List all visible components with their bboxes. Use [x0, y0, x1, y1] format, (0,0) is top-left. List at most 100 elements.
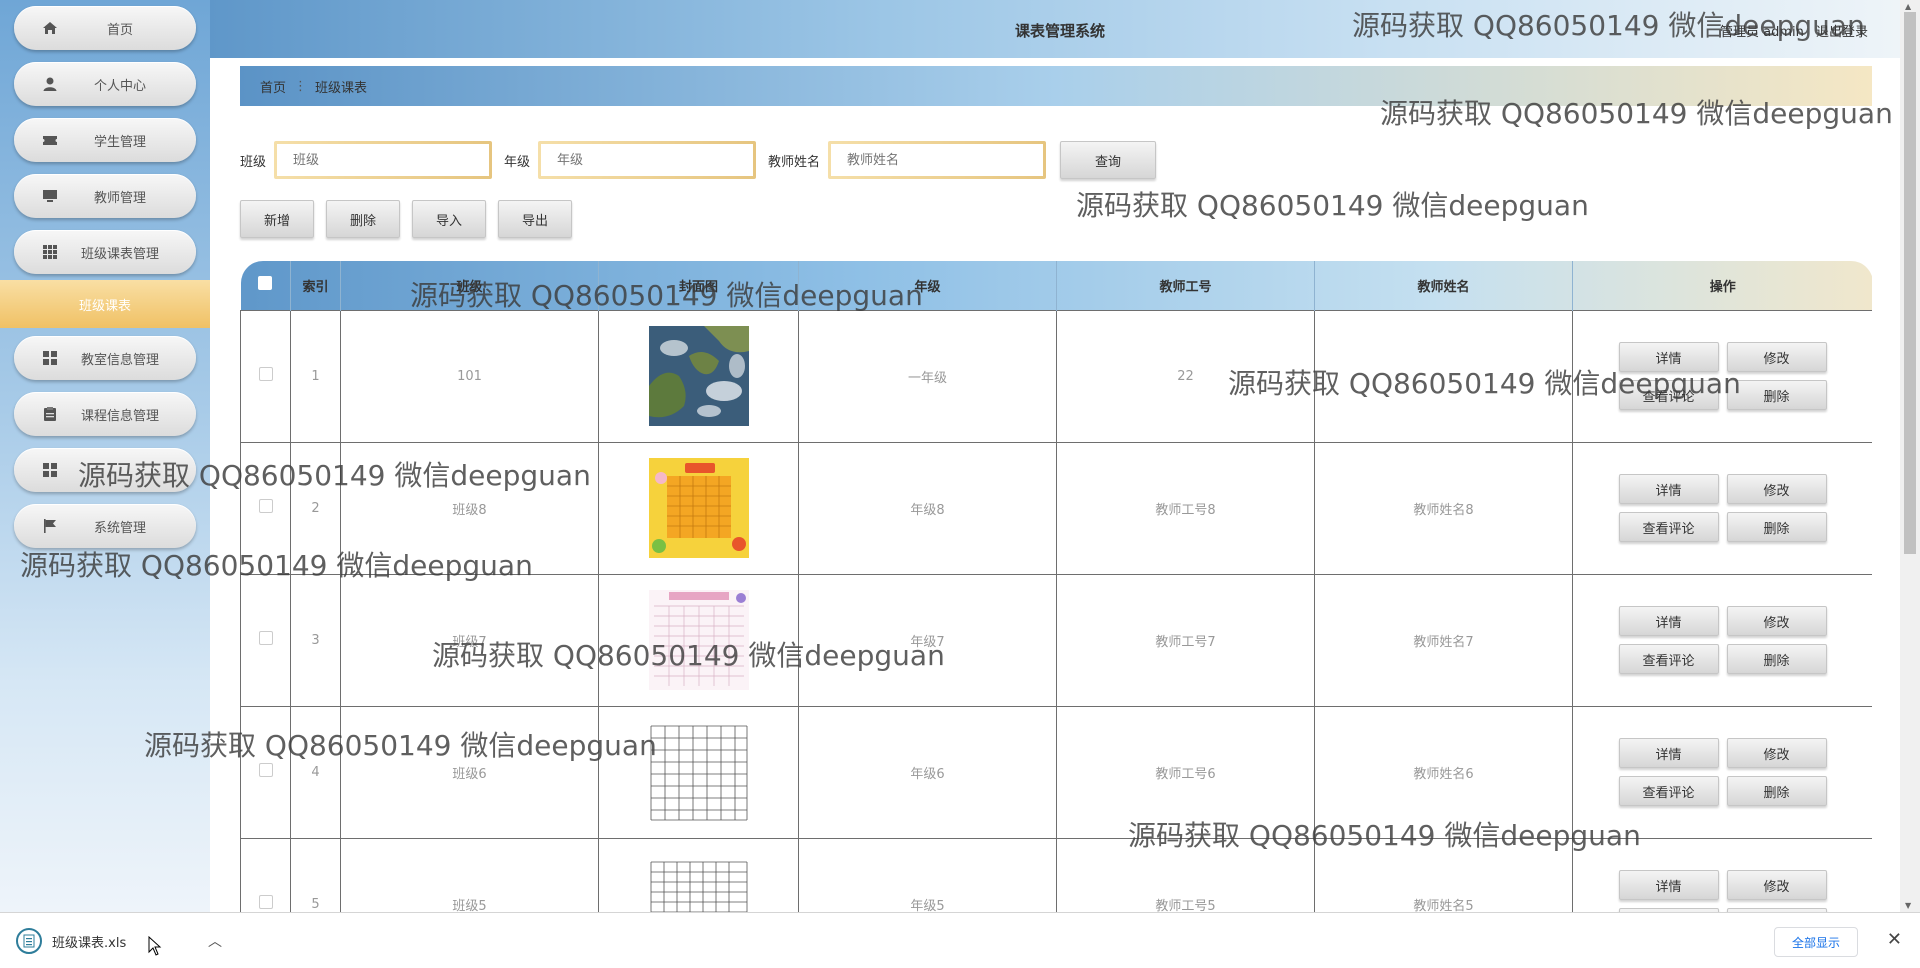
row-checkbox[interactable]	[258, 763, 273, 777]
scroll-up-arrow-icon[interactable]: ▲	[1905, 2, 1911, 11]
row-checkbox[interactable]	[258, 367, 273, 381]
sidebar-item-classrooms[interactable]: 教室信息管理	[14, 336, 196, 380]
sidebar-item-courses[interactable]: 课程信息管理	[14, 392, 196, 436]
breadcrumb-home[interactable]: 首页	[260, 77, 286, 96]
teacher-field-frame	[828, 141, 1047, 179]
table-row: 2 班级8 年级8 教师工号8 教师姓名8 详情 修改 查看评论 删除	[240, 441, 1872, 575]
table-row: 5 班级5 年级5 教师工号5 教师姓名5 详情 修改	[240, 837, 1872, 913]
row-index: 5	[290, 837, 341, 913]
column-header: 班级	[340, 261, 599, 310]
row-grade: 一年级	[798, 309, 1057, 443]
edit-button[interactable]: 修改	[1726, 870, 1827, 900]
download-filename: 班级课表.xls	[52, 935, 127, 951]
action-buttons: 新增 删除 导入 导出	[240, 200, 572, 238]
sidebar: 首页 个人中心 学生管理 教师管理 班级课表管理 班级课表 教室信息管理 课程信…	[0, 0, 210, 912]
vertical-scrollbar[interactable]: ▲ ▼	[1900, 0, 1920, 912]
sidebar-subitem-class-schedule[interactable]: 班级课表	[0, 280, 210, 328]
clipboard-icon	[44, 407, 56, 421]
detail-button[interactable]: 详情	[1618, 738, 1719, 768]
grade-label: 年级	[504, 154, 531, 170]
grade-input[interactable]	[541, 144, 754, 176]
view-comments-button[interactable]: 查看评论	[1618, 380, 1719, 410]
sidebar-item-home[interactable]: 首页	[14, 6, 196, 50]
row-cover	[598, 837, 799, 913]
query-button[interactable]: 查询	[1060, 141, 1157, 179]
home-icon	[43, 22, 57, 34]
row-index: 4	[290, 705, 341, 839]
row-checkbox[interactable]	[258, 631, 273, 645]
row-ops: 详情 修改 查看评论 删除	[1572, 837, 1872, 913]
row-delete-button[interactable]: 删除	[1726, 644, 1827, 674]
download-item[interactable]: 班级课表.xls ︿	[8, 917, 236, 965]
row-ops: 详情 修改 查看评论 删除	[1572, 705, 1872, 839]
view-comments-button[interactable]: 查看评论	[1618, 512, 1719, 542]
detail-button[interactable]: 详情	[1618, 606, 1719, 636]
select-all-checkbox[interactable]	[258, 276, 273, 291]
scrollbar-thumb[interactable]	[1904, 12, 1916, 554]
table-row: 1 101 一年级 22 详情 修改 查看评论 删除	[240, 309, 1872, 443]
user-info: 管理员 admin 退出登录	[1720, 21, 1868, 40]
grade-field-frame	[538, 141, 757, 179]
row-teacher-name: 教师姓名8	[1314, 441, 1573, 575]
add-button[interactable]: 新增	[240, 200, 314, 238]
show-all-downloads-button[interactable]: 全部显示	[1774, 927, 1858, 957]
row-teacher-name: 教师姓名5	[1314, 837, 1573, 913]
row-cover	[598, 573, 799, 707]
sidebar-item-teachers[interactable]: 教师管理	[14, 174, 196, 218]
breadcrumb: 首页 ⋮ 班级课表	[240, 66, 1872, 106]
row-class: 班级7	[340, 573, 599, 707]
cover-image-pink-timetable	[648, 590, 749, 690]
row-delete-button[interactable]: 删除	[1726, 380, 1827, 410]
user-icon	[43, 77, 57, 91]
column-header: 操作	[1572, 261, 1872, 310]
import-button[interactable]: 导入	[412, 200, 486, 238]
row-delete-button[interactable]: 删除	[1726, 776, 1827, 806]
view-comments-button[interactable]: 查看评论	[1618, 644, 1719, 674]
column-header: 年级	[798, 261, 1057, 310]
download-bar: 班级课表.xls ︿ 全部显示 ✕	[0, 912, 1920, 968]
row-checkbox[interactable]	[258, 895, 273, 909]
edit-button[interactable]: 修改	[1726, 342, 1827, 372]
sidebar-item-system[interactable]: 系统管理	[14, 504, 196, 548]
row-teacher-name: 教师姓名6	[1314, 705, 1573, 839]
view-comments-button[interactable]: 查看评论	[1618, 776, 1719, 806]
watermark-text: 源码获取 QQ86050149 微信deepguan	[1076, 189, 1589, 222]
teacher-name-input[interactable]	[831, 144, 1044, 176]
row-class: 班级5	[340, 837, 599, 913]
column-header: 教师工号	[1056, 261, 1315, 310]
row-teacher-id: 教师工号8	[1056, 441, 1315, 575]
cover-image-yellow-timetable	[648, 458, 749, 558]
column-header: 索引	[290, 261, 341, 310]
sidebar-item-hidden[interactable]	[14, 448, 196, 492]
sidebar-item-profile[interactable]: 个人中心	[14, 62, 196, 106]
sidebar-subitem-label: 班级课表	[78, 298, 131, 314]
class-field-frame	[274, 141, 493, 179]
edit-button[interactable]: 修改	[1726, 474, 1827, 504]
row-teacher-id: 教师工号5	[1056, 837, 1315, 913]
chevron-up-icon[interactable]: ︿	[208, 931, 222, 951]
export-button[interactable]: 导出	[498, 200, 572, 238]
edit-button[interactable]: 修改	[1726, 738, 1827, 768]
edit-button[interactable]: 修改	[1726, 606, 1827, 636]
table-row: 4 班级6 年级6 教师工号6 教师姓名6 详情 修改 查看评论 删除	[240, 705, 1872, 839]
detail-button[interactable]: 详情	[1618, 342, 1719, 372]
row-checkbox[interactable]	[258, 499, 273, 513]
detail-button[interactable]: 详情	[1618, 474, 1719, 504]
top-header: 课表管理系统 管理员 admin 退出登录	[210, 0, 1900, 58]
scroll-down-arrow-icon[interactable]: ▼	[1905, 901, 1911, 910]
current-user: 管理员 admin	[1719, 25, 1804, 40]
row-delete-button[interactable]: 删除	[1726, 512, 1827, 542]
sidebar-item-class-schedule[interactable]: 班级课表管理	[14, 230, 196, 274]
cover-image-satellite	[648, 326, 749, 426]
class-input[interactable]	[277, 144, 490, 176]
sidebar-item-students[interactable]: 学生管理	[14, 118, 196, 162]
cover-image-grid-timetable	[648, 722, 749, 822]
close-icon[interactable]: ✕	[1887, 929, 1902, 950]
select-all-header[interactable]	[240, 261, 291, 310]
search-bar: 班级 年级 教师姓名 查询	[240, 140, 1157, 180]
row-ops: 详情 修改 查看评论 删除	[1572, 441, 1872, 575]
logout-link[interactable]: 退出登录	[1816, 25, 1868, 40]
data-table: 索引 班级 封面图 年级 教师工号 教师姓名 操作 1 101 一年级 22 详…	[240, 261, 1872, 913]
delete-button[interactable]: 删除	[326, 200, 400, 238]
detail-button[interactable]: 详情	[1618, 870, 1719, 900]
